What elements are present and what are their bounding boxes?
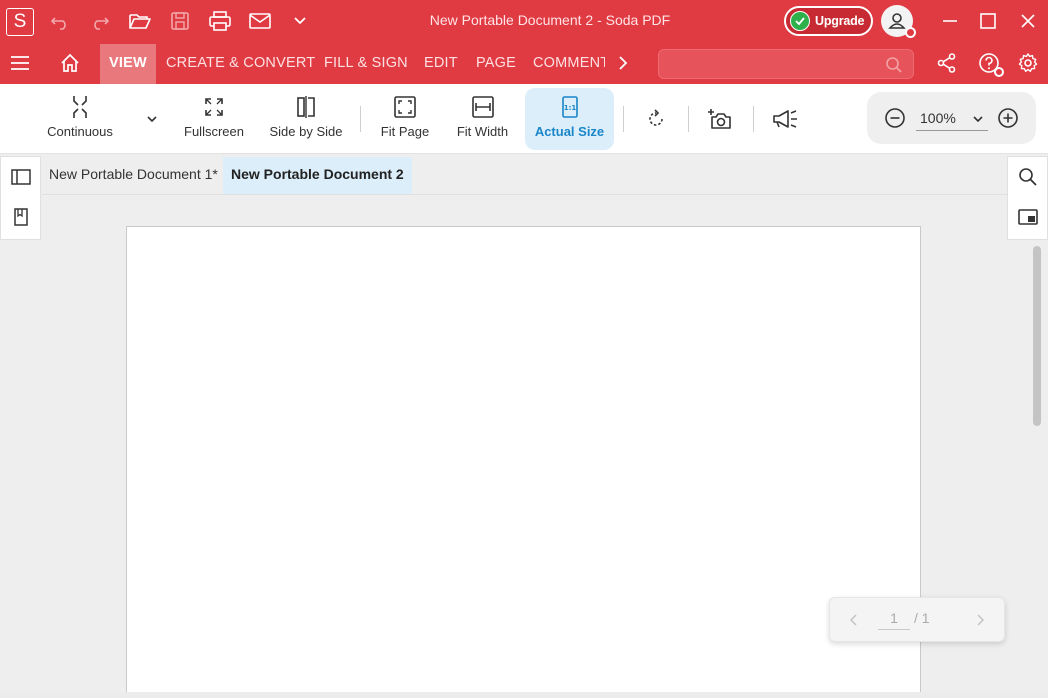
window-title: New Portable Document 2 - Soda PDF <box>429 12 671 28</box>
open-folder-icon[interactable] <box>127 8 153 34</box>
fullscreen-button[interactable]: Fullscreen <box>178 88 250 150</box>
maximize-icon[interactable] <box>975 8 1001 34</box>
view-toolbar: Continuous Fullscreen Side by Side Fit P… <box>0 84 1048 154</box>
toolbar-divider <box>623 106 624 132</box>
fit-page-label: Fit Page <box>380 124 430 139</box>
properties-panel-icon[interactable] <box>1016 205 1040 229</box>
continuous-label: Continuous <box>47 124 113 139</box>
tab-view[interactable]: VIEW <box>100 42 156 84</box>
email-icon[interactable] <box>247 8 273 34</box>
layout-chevron-down-icon[interactable] <box>137 104 167 134</box>
print-icon[interactable] <box>207 8 233 34</box>
continuous-button[interactable]: Continuous <box>42 88 118 150</box>
title-bar: S New Portable Document 2 - Soda PDF Upg… <box>0 0 1048 42</box>
side-by-side-button[interactable]: Side by Side <box>266 88 346 150</box>
upgrade-label: Upgrade <box>815 14 865 28</box>
actual-size-button[interactable]: 1:1 Actual Size <box>525 88 614 150</box>
search-input[interactable] <box>658 49 914 79</box>
rotate-icon[interactable] <box>641 104 671 134</box>
page-number-input[interactable]: 1 <box>878 610 910 630</box>
side-by-side-label: Side by Side <box>269 124 343 139</box>
fullscreen-label: Fullscreen <box>184 124 244 139</box>
tab-comment[interactable]: COMMENT <box>533 42 605 84</box>
panel-toggle-icon[interactable] <box>9 165 33 189</box>
fit-width-label: Fit Width <box>456 124 509 139</box>
zoom-control: 100% <box>867 92 1036 144</box>
zoom-in-icon[interactable] <box>995 105 1021 131</box>
document-search-icon[interactable] <box>1016 165 1040 189</box>
zoom-value: 100% <box>920 110 956 126</box>
fit-page-icon <box>393 92 417 122</box>
next-page-icon[interactable] <box>971 611 989 629</box>
search-icon[interactable] <box>885 56 903 74</box>
continuous-icon <box>69 92 91 122</box>
right-side-panel <box>1007 156 1048 240</box>
notification-dot <box>994 67 1004 77</box>
fit-width-button[interactable]: Fit Width <box>451 88 514 150</box>
fit-width-icon <box>471 92 495 122</box>
toolbar-divider <box>360 106 361 132</box>
settings-gear-icon[interactable] <box>1015 50 1041 76</box>
notification-dot <box>905 27 916 38</box>
tab-create-and-convert[interactable]: CREATE & CONVERT <box>166 42 315 84</box>
user-account-icon[interactable] <box>881 5 916 38</box>
status-strip <box>0 692 1048 698</box>
document-tab-1[interactable]: New Portable Document 1* <box>41 157 226 194</box>
hamburger-menu-icon[interactable] <box>7 50 33 76</box>
toolbar-divider <box>753 106 754 132</box>
zoom-out-icon[interactable] <box>882 105 908 131</box>
save-icon[interactable] <box>167 8 193 34</box>
fit-page-button[interactable]: Fit Page <box>374 88 436 150</box>
page-total: / 1 <box>914 610 930 626</box>
left-side-panel <box>0 156 41 240</box>
chevron-right-icon[interactable] <box>610 50 636 76</box>
share-icon[interactable] <box>934 50 960 76</box>
close-icon[interactable] <box>1015 8 1041 34</box>
toolbar-divider <box>688 106 689 132</box>
read-aloud-megaphone-icon[interactable] <box>770 104 800 134</box>
tab-edit[interactable]: EDIT <box>424 42 458 84</box>
soda-pdf-logo[interactable]: S <box>6 8 34 36</box>
fullscreen-icon <box>203 92 225 122</box>
help-icon[interactable] <box>976 50 1004 77</box>
svg-text:1:1: 1:1 <box>563 104 576 112</box>
vertical-scrollbar[interactable] <box>1033 246 1041 426</box>
side-by-side-icon <box>295 92 317 122</box>
minimize-icon[interactable] <box>937 8 963 34</box>
upgrade-button[interactable]: Upgrade <box>784 6 873 36</box>
check-icon <box>790 11 810 31</box>
tabs-divider <box>42 194 1007 195</box>
page-navigator: 1 / 1 <box>829 597 1005 642</box>
snapshot-camera-icon[interactable] <box>705 104 735 134</box>
home-icon[interactable] <box>57 50 83 76</box>
chevron-down-icon <box>972 113 984 125</box>
undo-icon[interactable] <box>47 8 73 34</box>
previous-page-icon[interactable] <box>845 611 863 629</box>
bookmark-icon[interactable] <box>9 205 33 229</box>
pdf-page[interactable] <box>126 226 921 698</box>
tab-fill-and-sign[interactable]: FILL & SIGN <box>324 42 408 84</box>
document-tab-2[interactable]: New Portable Document 2 <box>223 157 412 194</box>
zoom-select[interactable]: 100% <box>916 106 988 131</box>
tab-page[interactable]: PAGE <box>476 42 516 84</box>
chevron-down-icon[interactable] <box>287 8 313 34</box>
actual-size-icon: 1:1 <box>560 92 580 122</box>
actual-size-label: Actual Size <box>534 124 605 139</box>
redo-icon[interactable] <box>87 8 113 34</box>
